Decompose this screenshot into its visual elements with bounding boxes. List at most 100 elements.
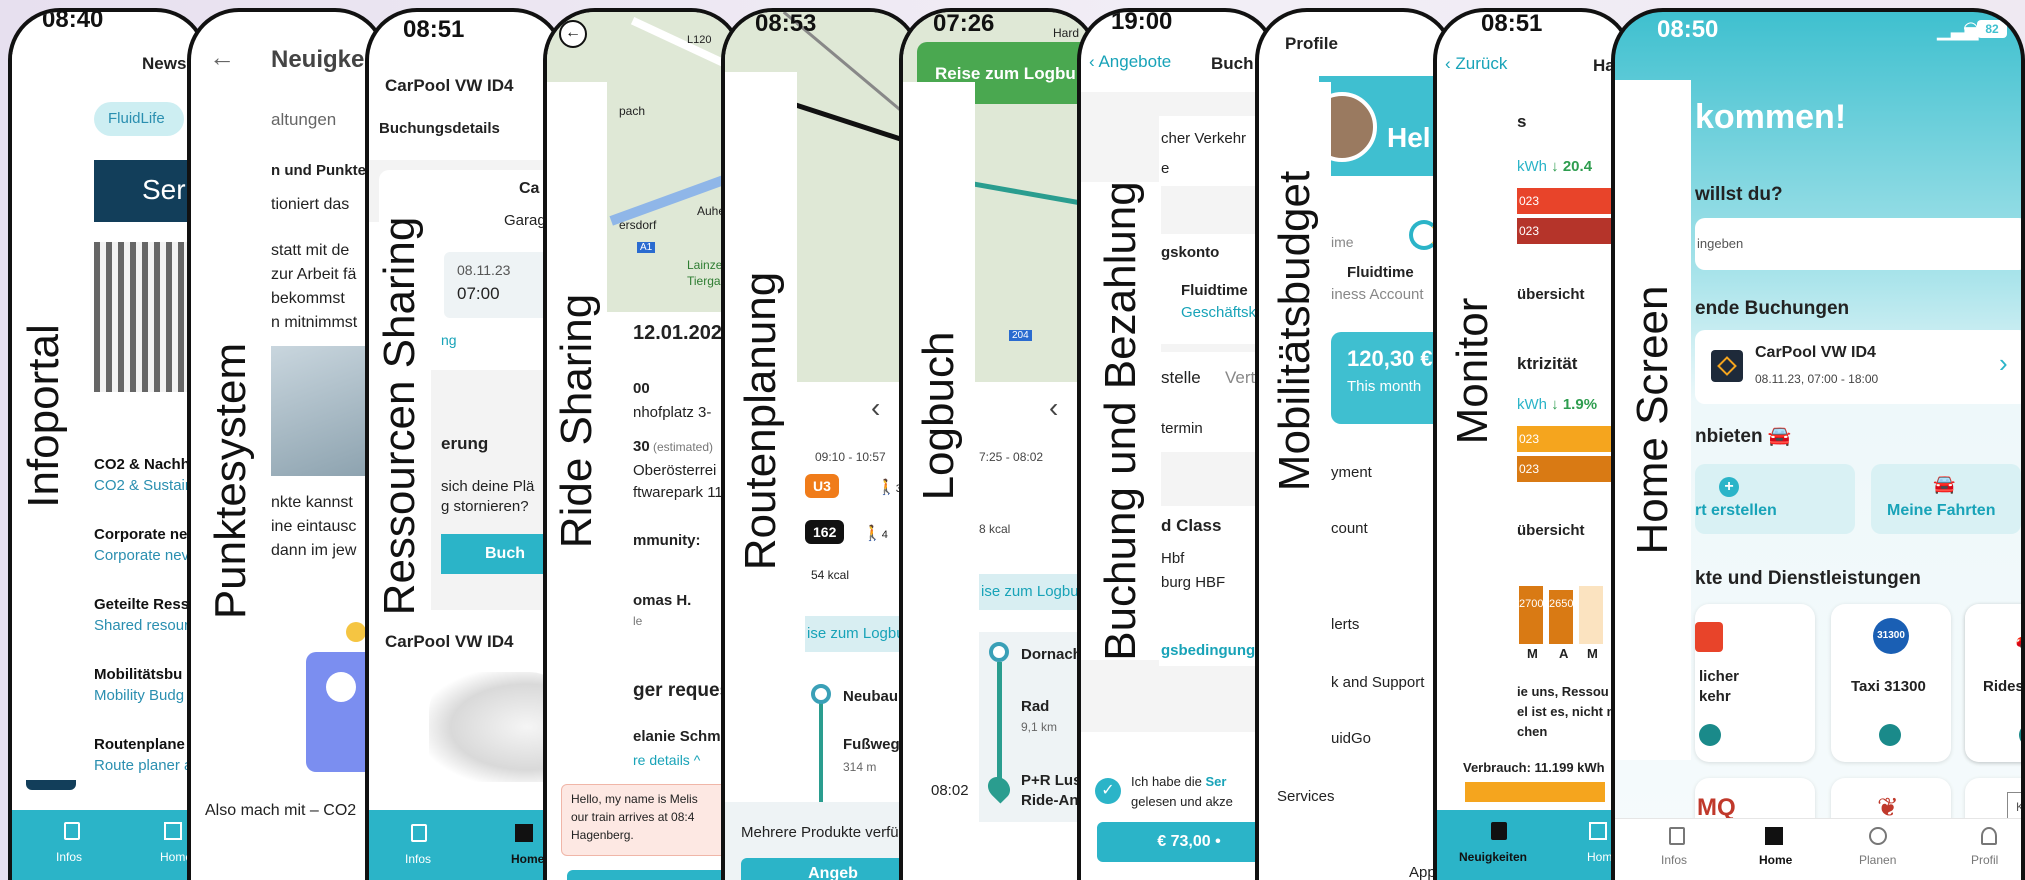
plan-icon[interactable] xyxy=(1869,827,1887,845)
footer-text: Mehrere Produkte verfü xyxy=(741,824,899,841)
section-title: gskonto xyxy=(1161,244,1220,261)
text-line: zur Arbeit fä xyxy=(271,266,357,283)
stop-name: P+R Lus xyxy=(1021,772,1082,789)
map-label: 204 xyxy=(1009,330,1032,341)
month-label: M xyxy=(1527,646,1538,661)
section-title: s xyxy=(1517,112,1527,131)
back-arrow-icon[interactable]: ← xyxy=(209,42,235,73)
bottom-nav: Neuigkeiten Home xyxy=(1437,810,1629,880)
grid-icon[interactable] xyxy=(1765,827,1783,845)
carpool-icon xyxy=(1711,350,1743,382)
page-title: News xyxy=(142,54,187,73)
list-item[interactable]: Routenplane Route planer a xyxy=(94,736,192,774)
rider-name: elanie Schmi xyxy=(633,728,725,745)
month-label: A xyxy=(1559,646,1569,661)
tile-label: Ridesharing xyxy=(1983,678,2024,695)
nav-profil[interactable]: Profil xyxy=(1971,853,1998,867)
nav-infos[interactable]: Infos xyxy=(405,852,431,866)
nav-home[interactable]: Home xyxy=(1759,853,1792,867)
menu-item[interactable]: k and Support xyxy=(1331,674,1424,691)
page-title: Profile xyxy=(1285,34,1338,53)
kcal: 8 kcal xyxy=(979,522,1011,536)
section-title: ende Buchungen xyxy=(1695,298,1850,319)
bar-label: 023 xyxy=(1519,462,1540,476)
search-input[interactable] xyxy=(1695,218,2021,270)
list-item[interactable]: Corporate ne Corporate nev xyxy=(94,526,189,564)
page-title: Neuigkeit xyxy=(271,46,380,73)
section-label: Mobilitätsbudget xyxy=(1270,170,1319,492)
menu-item[interactable]: uidGo xyxy=(1331,730,1371,747)
back-link[interactable]: ‹ Angebote xyxy=(1089,52,1171,72)
bottom-nav: Infos Home xyxy=(12,810,204,880)
link[interactable]: übersicht xyxy=(1517,286,1585,303)
address-1: nhofplatz 3- xyxy=(633,404,712,421)
account-sub: iness Account xyxy=(1331,286,1424,303)
menu-item[interactable]: count xyxy=(1331,520,1368,537)
checkbox[interactable]: ✓ xyxy=(1095,778,1121,804)
label-band: Home Screen xyxy=(1615,80,1691,760)
app-label: App xyxy=(1409,864,1436,880)
map-label: ersdorf xyxy=(619,218,657,232)
nav-planen[interactable]: Planen xyxy=(1859,853,1896,867)
distance: 314 m xyxy=(843,760,877,774)
terms-link[interactable]: gsbedingunge xyxy=(1161,642,1264,659)
news-icon[interactable] xyxy=(1669,827,1685,845)
small-text: ng xyxy=(441,332,457,348)
nav-infos[interactable]: Infos xyxy=(1661,853,1687,867)
chevron-left-icon[interactable]: ‹ xyxy=(1049,392,1058,424)
grid-icon[interactable] xyxy=(164,822,182,840)
list-item[interactable]: Geteilte Ress Shared resour xyxy=(94,596,189,634)
phone-mobilitaetsbudget: Profile Hel ime Fluidtime iness Account … xyxy=(1255,8,1455,880)
link[interactable]: übersicht xyxy=(1517,522,1585,539)
back-button[interactable]: ← xyxy=(559,20,587,48)
section-label: Ride Sharing xyxy=(552,293,601,549)
taxi-icon: 31300 xyxy=(1873,618,1909,654)
action-button[interactable] xyxy=(567,870,739,880)
consent-line: Ich habe die Ser xyxy=(1131,774,1227,789)
plus-icon: + xyxy=(1719,477,1739,497)
month-bar xyxy=(1579,586,1603,644)
page-title: CarPool VW ID4 xyxy=(385,76,514,95)
create-ride-button[interactable] xyxy=(1695,464,1855,534)
tile-label: kehr xyxy=(1699,688,1731,705)
text-line: nkte kannst xyxy=(271,494,353,511)
phone-logbuch: Hard 204 07:26 Reise zum Logbu ‹ 7:25 - … xyxy=(899,8,1099,880)
more-details-link[interactable]: re details ^ xyxy=(633,752,700,768)
chevron-right-icon[interactable]: › xyxy=(1999,348,2008,379)
section-label: Routenplanung xyxy=(736,271,785,571)
subtab[interactable]: altungen xyxy=(271,110,336,130)
message-line: our train arrives at 08:4 xyxy=(571,810,695,824)
back-link[interactable]: ‹ Zurück xyxy=(1445,54,1507,74)
pay-button[interactable]: € 73,00 • xyxy=(1097,822,1273,862)
text-line: termin xyxy=(1161,420,1203,437)
welcome-title: kommen! xyxy=(1695,98,1847,136)
grid-icon[interactable] xyxy=(515,824,533,842)
chevron-circle-icon xyxy=(1879,724,1901,746)
nav-news[interactable]: Neuigkeiten xyxy=(1459,850,1527,864)
section-title: willst du? xyxy=(1695,184,1783,205)
news-icon[interactable] xyxy=(411,824,427,842)
battery-icon: 82 xyxy=(1977,20,2007,38)
grid-icon[interactable] xyxy=(1589,822,1607,840)
status-time: 08:53 xyxy=(755,10,817,37)
chevron-left-icon[interactable]: ‹ xyxy=(871,392,880,424)
menu-item[interactable]: yment xyxy=(1331,464,1372,481)
nav-infos[interactable]: Infos xyxy=(56,850,82,864)
text-line: burg HBF xyxy=(1161,574,1226,591)
nav-home[interactable]: Home xyxy=(511,852,544,866)
stop-name: Ride-An xyxy=(1021,792,1079,809)
text-line: sich deine Plä xyxy=(441,478,535,495)
card-title: Ca xyxy=(519,180,540,197)
list-item[interactable]: CO2 & Nachha CO2 & Sustain xyxy=(94,456,198,494)
phone-monitor: 08:51 ‹ Zurück Ha s kWh ↓ 20.4 023 023 ü… xyxy=(1433,8,1633,880)
news-icon[interactable] xyxy=(64,822,80,840)
booking-card[interactable] xyxy=(1695,330,2021,404)
profile-icon[interactable] xyxy=(1981,827,1997,845)
list-item[interactable]: Mobilitätsbu Mobility Budg xyxy=(94,666,184,704)
news-icon[interactable] xyxy=(1491,822,1507,840)
bar-value: 2650 xyxy=(1549,598,1574,610)
bar-label: 023 xyxy=(1519,224,1540,238)
offers-button[interactable]: Angeb xyxy=(741,858,917,880)
menu-item[interactable]: lerts xyxy=(1331,616,1359,633)
map-label: A1 xyxy=(637,242,656,253)
